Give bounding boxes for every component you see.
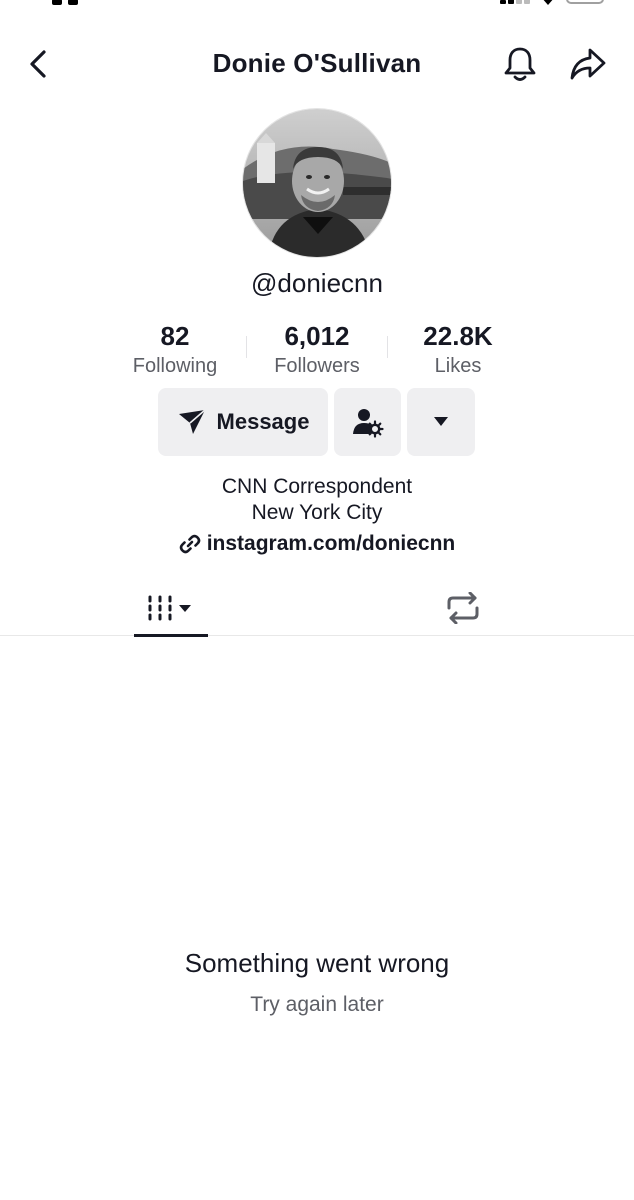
caret-down-icon	[434, 417, 448, 426]
share-icon	[570, 48, 606, 80]
battery-icon	[566, 0, 604, 4]
top-nav-bar: Donie O'Sullivan	[0, 36, 634, 92]
stat-followers[interactable]: 6,012 Followers	[242, 320, 392, 380]
tab-reposts[interactable]	[430, 580, 496, 636]
stat-value: 22.8K	[423, 321, 493, 351]
error-subtitle: Try again later	[250, 993, 384, 1016]
person-settings-icon	[352, 409, 384, 438]
profile-username: @doniecnn	[251, 268, 383, 298]
status-time	[52, 0, 112, 5]
stat-value: 82	[160, 321, 190, 351]
avatar[interactable]	[242, 108, 392, 258]
wifi-icon	[541, 0, 555, 5]
bio-link-text: instagram.com/doniecnn	[206, 532, 456, 555]
share-button[interactable]	[566, 44, 610, 84]
profile-stats: 82 Following 6,012 Followers 22.8K Likes	[0, 320, 634, 382]
bio-line: CNN Correspondent	[221, 475, 413, 498]
stat-label: Likes	[434, 355, 482, 377]
send-icon	[178, 409, 206, 434]
profile-tabs	[0, 580, 634, 637]
message-button-label: Message	[216, 409, 310, 434]
stat-likes[interactable]: 22.8K Likes	[383, 320, 533, 380]
avatar-photo	[243, 109, 391, 257]
bio-line: New York City	[251, 501, 383, 524]
notifications-button[interactable]	[500, 44, 540, 84]
more-options-button[interactable]	[407, 388, 475, 456]
back-button[interactable]	[22, 46, 54, 82]
signal-icon	[500, 0, 530, 4]
profile-bio: CNN Correspondent New York City	[0, 474, 634, 526]
active-tab-indicator	[134, 634, 208, 637]
message-button[interactable]: Message	[158, 388, 328, 456]
bell-icon	[504, 47, 536, 81]
stat-label: Followers	[274, 355, 360, 377]
follow-settings-button[interactable]	[334, 388, 401, 456]
stat-label: Following	[132, 355, 218, 377]
error-title: Something went wrong	[184, 948, 450, 978]
chevron-left-icon	[30, 50, 46, 78]
stat-following[interactable]: 82 Following	[100, 320, 250, 380]
profile-actions: Message	[0, 388, 634, 456]
tab-videos[interactable]	[134, 580, 208, 637]
repost-icon	[447, 592, 479, 624]
stat-value: 6,012	[284, 321, 350, 351]
grid-bars-icon	[148, 595, 191, 621]
status-bar	[0, 0, 634, 8]
error-state: Something went wrong Try again later	[0, 946, 634, 1018]
bio-link[interactable]: instagram.com/doniecnn	[0, 532, 634, 556]
profile-page: Donie O'Sullivan @doniecnn 82 Following …	[0, 0, 634, 1200]
link-icon	[179, 534, 201, 554]
